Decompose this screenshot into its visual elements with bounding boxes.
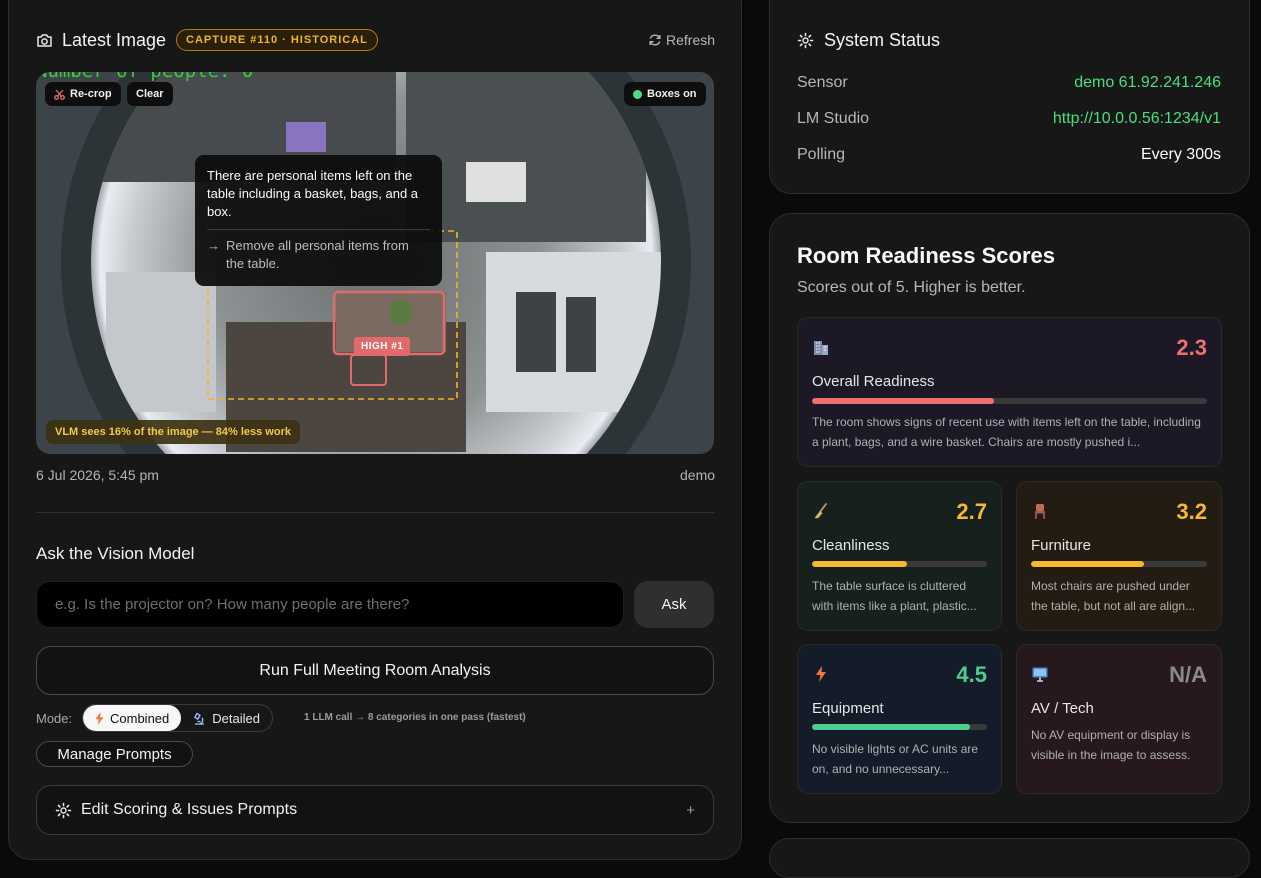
vlm-note: VLM sees 16% of the image — 84% less wor… — [46, 420, 300, 444]
tooltip-action: Remove all personal items from the table… — [226, 238, 409, 271]
cleanliness-score-fill — [812, 561, 907, 567]
tooltip-divider — [207, 229, 430, 230]
tooltip-issue: There are personal items left on the tab… — [207, 168, 419, 219]
scissors-icon — [54, 89, 65, 100]
people-count-overlay: Number of people: 0 — [36, 72, 253, 82]
overall-score-bar — [812, 398, 1207, 404]
arrow-icon: → — [207, 238, 220, 253]
overall-score: 2.3 — [1176, 335, 1207, 360]
latest-image-title: Latest Image — [62, 30, 167, 50]
scores-title: Room Readiness Scores — [797, 243, 1055, 268]
capture-badge: CAPTURE #110 · HISTORICAL — [176, 29, 378, 51]
status-sensor-label: Sensor — [797, 74, 848, 91]
furniture-name: Furniture — [1031, 537, 1092, 554]
ask-title: Ask the Vision Model — [36, 544, 195, 563]
high-issue-tag[interactable]: HIGH #1 — [354, 337, 411, 356]
furniture-score-fill — [1031, 561, 1144, 567]
system-status-title: System Status — [824, 30, 941, 50]
equipment-score-fill — [812, 724, 970, 730]
cleanliness-score: 2.7 — [956, 499, 987, 524]
gear-icon — [55, 802, 72, 819]
issue-tooltip: There are personal items left on the tab… — [195, 155, 442, 286]
divider — [36, 512, 714, 513]
next-panel — [769, 838, 1250, 878]
ask-input[interactable] — [36, 581, 624, 628]
run-analysis-button[interactable]: Run Full Meeting Room Analysis — [36, 646, 714, 695]
gear-icon — [797, 32, 814, 49]
status-polling-value: Every 300s — [1140, 146, 1221, 163]
capture-timestamp: 6 Jul 2026, 5:45 pm — [36, 467, 159, 483]
mode-combined-label: Combined — [110, 710, 170, 726]
camera-image: Number of people: 0 Re-crop Clear Boxes … — [36, 72, 714, 454]
refresh-button[interactable]: Refresh — [648, 32, 715, 48]
overall-score-fill — [812, 398, 994, 404]
furniture-score: 3.2 — [1176, 499, 1207, 524]
equipment-description: No visible lights or AC units are on, an… — [812, 742, 979, 776]
av-tech-score: N/A — [1169, 662, 1207, 687]
monitor-icon — [1031, 665, 1049, 688]
mode-selector: Combined Detailed — [82, 704, 273, 732]
furniture-description: Most chairs are pushed under the table, … — [1031, 579, 1196, 613]
mode-hint: 1 LLM call → 8 categories in one pass (f… — [304, 712, 526, 723]
cleanliness-score-bar — [812, 561, 987, 567]
boxes-label: Boxes on — [647, 88, 697, 100]
status-lmstudio-value[interactable]: http://10.0.0.56:1234/v1 — [1053, 110, 1221, 128]
av-tech-name: AV / Tech — [1031, 700, 1094, 717]
broom-icon — [812, 502, 830, 525]
equipment-score-bar — [812, 724, 987, 730]
cleanliness-description: The table surface is cluttered with item… — [812, 579, 977, 613]
capture-source: demo — [680, 467, 716, 483]
equipment-name: Equipment — [812, 700, 884, 717]
mode-detailed[interactable]: Detailed — [181, 705, 272, 731]
camera-icon — [36, 33, 53, 48]
clear-label: Clear — [136, 88, 164, 100]
ask-button[interactable]: Ask — [634, 581, 714, 628]
boxes-toggle[interactable]: Boxes on — [624, 82, 706, 106]
mode-combined[interactable]: Combined — [83, 705, 182, 731]
boxes-status-dot — [633, 89, 642, 99]
scores-subtitle: Scores out of 5. Higher is better. — [797, 279, 1026, 296]
bolt-icon — [95, 711, 104, 725]
cleanliness-name: Cleanliness — [812, 537, 890, 554]
overall-readiness-card[interactable]: 2.3 Overall Readiness The room shows sig… — [797, 317, 1222, 467]
status-polling-label: Polling — [797, 146, 846, 163]
refresh-icon — [648, 33, 662, 47]
edit-prompts-accordion[interactable]: Edit Scoring & Issues Prompts + — [36, 785, 714, 835]
edit-prompts-label: Edit Scoring & Issues Prompts — [81, 801, 298, 818]
mode-label: Mode: — [36, 711, 73, 726]
equipment-card[interactable]: 4.5 Equipment No visible lights or AC un… — [797, 644, 1002, 794]
overall-name: Overall Readiness — [812, 373, 935, 390]
status-lmstudio-label: LM Studio — [797, 110, 870, 127]
recrop-button[interactable]: Re-crop — [45, 82, 121, 106]
manage-prompts-button[interactable]: Manage Prompts — [36, 741, 193, 767]
overall-description: The room shows signs of recent use with … — [812, 415, 1201, 449]
bolt-icon — [812, 665, 830, 688]
tooltip-action-row: → Remove all personal items from the tab… — [207, 237, 430, 273]
furniture-score-bar — [1031, 561, 1207, 567]
cleanliness-card[interactable]: 2.7 Cleanliness The table surface is clu… — [797, 481, 1002, 631]
microscope-icon — [193, 712, 206, 725]
av-tech-card[interactable]: N/A AV / Tech No AV equipment or display… — [1016, 644, 1222, 794]
furniture-card[interactable]: 3.2 Furniture Most chairs are pushed und… — [1016, 481, 1222, 631]
equipment-score: 4.5 — [956, 662, 987, 687]
recrop-label: Re-crop — [70, 88, 112, 100]
mode-detailed-label: Detailed — [212, 710, 260, 726]
expand-icon: + — [686, 801, 695, 819]
chair-icon — [1031, 502, 1049, 525]
clear-button[interactable]: Clear — [127, 82, 173, 106]
building-icon — [812, 338, 830, 361]
status-sensor-value: demo 61.92.241.246 — [1074, 74, 1221, 91]
refresh-label: Refresh — [666, 32, 716, 48]
av-tech-description: No AV equipment or display is visible in… — [1031, 728, 1191, 762]
